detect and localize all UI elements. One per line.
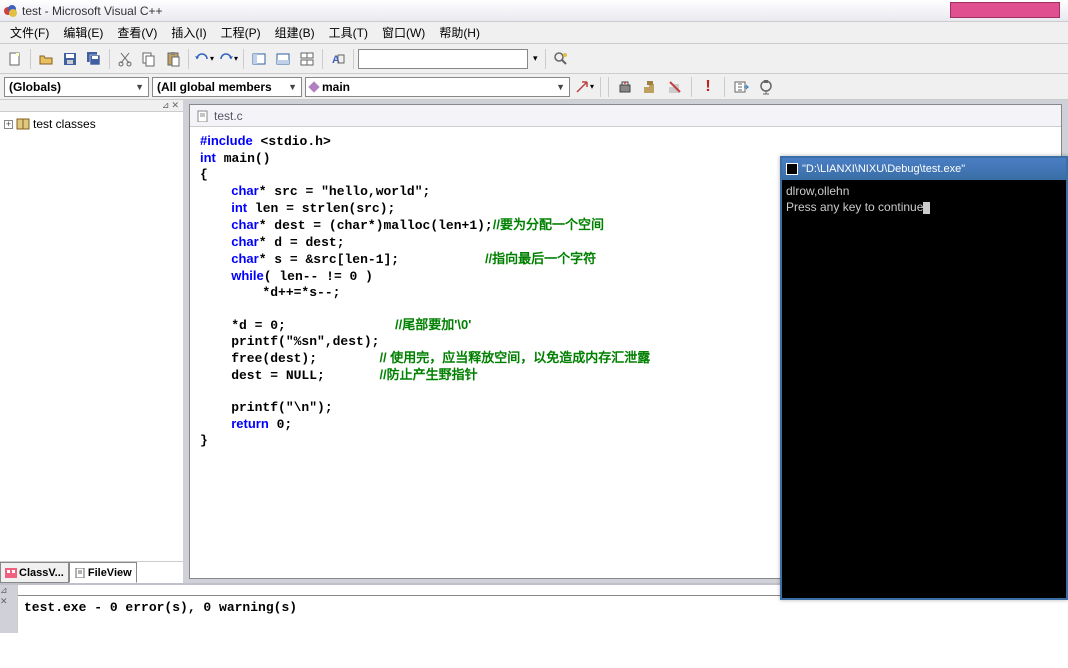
class-icon (5, 568, 17, 578)
window-list-icon[interactable] (296, 48, 318, 70)
menu-window[interactable]: 窗口(W) (376, 22, 431, 43)
output-text: test.exe - 0 error(s), 0 warning(s) (18, 595, 1068, 633)
console-title-text: "D:\LIANXI\NIXU\Debug\test.exe" (802, 163, 965, 175)
close-icon: ✕ (171, 100, 179, 111)
breakpoint-icon[interactable] (755, 76, 777, 98)
toolbar-wizard: (Globals)▼ (All global members▼ main▼ ▾ … (0, 74, 1068, 100)
console-output: dlrow,ollehn Press any key to continue (782, 180, 1066, 220)
sidebar-tabs: ClassV... FileView (0, 561, 183, 583)
console-titlebar[interactable]: "D:\LIANXI\NIXU\Debug\test.exe" (782, 158, 1066, 180)
members-combo[interactable]: (All global members▼ (152, 77, 302, 97)
stop-build-icon[interactable] (664, 76, 686, 98)
scope-combo[interactable]: (Globals)▼ (4, 77, 149, 97)
file-icon (74, 568, 86, 578)
undo-icon[interactable]: ▾ (193, 48, 215, 70)
app-icon (4, 4, 18, 18)
execute-icon[interactable]: ! (697, 76, 719, 98)
menu-edit[interactable]: 编辑(E) (57, 22, 109, 43)
menu-insert[interactable]: 插入(I) (165, 22, 212, 43)
cut-icon[interactable] (114, 48, 136, 70)
tree-root[interactable]: + test classes (4, 116, 179, 132)
sidebar-handle[interactable]: ⊿✕ (0, 100, 183, 112)
go-icon[interactable] (730, 76, 752, 98)
toolbar-main: ▾ ▾ A ▾ (0, 44, 1068, 74)
taskbar-highlight (950, 2, 1060, 18)
class-tree[interactable]: + test classes (0, 112, 183, 561)
editor-tab-label: test.c (214, 109, 243, 123)
redo-icon[interactable]: ▾ (217, 48, 239, 70)
save-all-icon[interactable] (83, 48, 105, 70)
goto-icon[interactable]: ▾ (573, 76, 595, 98)
tab-classview[interactable]: ClassV... (0, 562, 69, 583)
expand-icon[interactable]: + (4, 120, 13, 129)
output-gutter[interactable]: ⊿ ✕ (0, 585, 18, 633)
sidebar: ⊿✕ + test classes ClassV... FileView (0, 100, 185, 583)
window-title: test - Microsoft Visual C++ (22, 4, 163, 18)
tab-fileview[interactable]: FileView (69, 562, 137, 583)
menu-view[interactable]: 查看(V) (111, 22, 163, 43)
tree-root-label: test classes (33, 117, 96, 131)
book-icon (16, 118, 30, 130)
paste-icon[interactable] (162, 48, 184, 70)
menubar: 文件(F) 编辑(E) 查看(V) 插入(I) 工程(P) 组建(B) 工具(T… (0, 22, 1068, 44)
find-icon[interactable]: A (327, 48, 349, 70)
menu-help[interactable]: 帮助(H) (433, 22, 486, 43)
menu-tools[interactable]: 工具(T) (323, 22, 374, 43)
build-icon[interactable] (639, 76, 661, 98)
find-input[interactable] (358, 49, 528, 69)
menu-build[interactable]: 组建(B) (269, 22, 321, 43)
output-icon[interactable] (272, 48, 294, 70)
open-icon[interactable] (35, 48, 57, 70)
menu-file[interactable]: 文件(F) (4, 22, 55, 43)
find-in-files-icon[interactable] (550, 48, 572, 70)
copy-icon[interactable] (138, 48, 160, 70)
workspace-icon[interactable] (248, 48, 270, 70)
console-window[interactable]: "D:\LIANXI\NIXU\Debug\test.exe" dlrow,ol… (780, 156, 1068, 600)
compile-icon[interactable] (614, 76, 636, 98)
document-icon (196, 110, 210, 122)
console-icon (786, 163, 798, 175)
svg-text:A: A (332, 54, 340, 66)
titlebar: test - Microsoft Visual C++ (0, 0, 1068, 22)
save-icon[interactable] (59, 48, 81, 70)
function-combo[interactable]: main▼ (305, 77, 570, 97)
menu-project[interactable]: 工程(P) (215, 22, 267, 43)
new-file-icon[interactable] (4, 48, 26, 70)
editor-tab[interactable]: test.c (190, 105, 1061, 127)
